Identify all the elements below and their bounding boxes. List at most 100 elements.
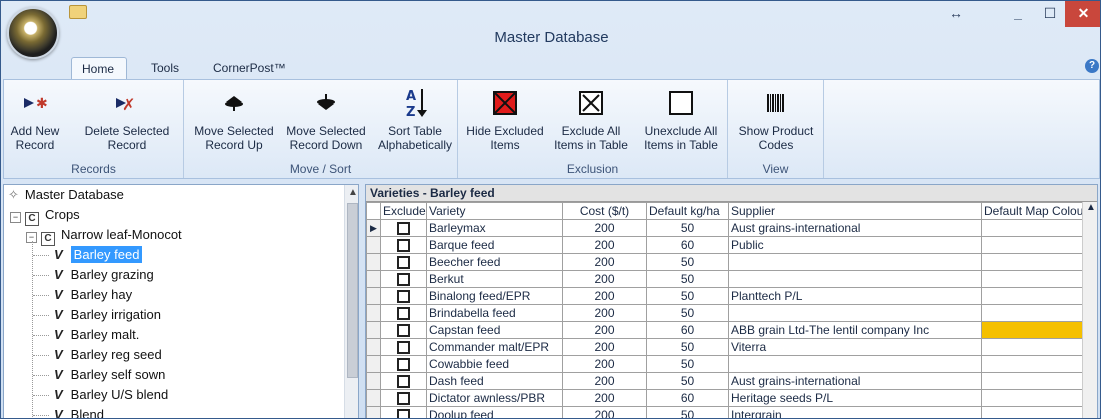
grid-scrollbar[interactable]: ▲ bbox=[1082, 202, 1097, 418]
map-colour-cell[interactable] bbox=[981, 406, 1087, 418]
tree-item[interactable]: V Barley malt. bbox=[54, 325, 139, 345]
cost-cell[interactable]: 200 bbox=[562, 355, 647, 373]
row-indicator[interactable] bbox=[366, 389, 381, 407]
exclude-checkbox[interactable] bbox=[397, 409, 410, 418]
sort-alphabetically-button[interactable]: A Z Sort Table Alphabetically bbox=[374, 86, 456, 152]
cost-cell[interactable]: 200 bbox=[562, 219, 647, 237]
supplier-cell[interactable]: Viterra bbox=[728, 338, 982, 356]
exclude-all-items-button[interactable]: Exclude All Items in Table bbox=[546, 86, 636, 152]
open-folder-icon[interactable] bbox=[69, 5, 87, 19]
move-record-down-button[interactable]: Move Selected Record Down bbox=[280, 86, 372, 152]
tree-node-crops[interactable]: − C Crops bbox=[10, 205, 80, 226]
supplier-cell[interactable]: Public bbox=[728, 236, 982, 254]
delete-selected-record-button[interactable]: ✗ Delete Selected Record bbox=[74, 86, 180, 152]
exclude-checkbox[interactable] bbox=[397, 239, 410, 253]
table-row[interactable]: Binalong feed/EPR 200 50 Planttech P/L bbox=[366, 287, 1087, 305]
application-orb-button[interactable] bbox=[7, 7, 59, 59]
map-colour-cell[interactable] bbox=[981, 236, 1087, 254]
tab-tools[interactable]: Tools bbox=[141, 57, 191, 80]
row-indicator[interactable] bbox=[366, 372, 381, 390]
default-kg-cell[interactable]: 60 bbox=[646, 389, 729, 407]
map-colour-cell[interactable] bbox=[981, 253, 1087, 271]
exclude-checkbox[interactable] bbox=[397, 307, 410, 321]
table-row[interactable]: Brindabella feed 200 50 bbox=[366, 304, 1087, 322]
tree-item[interactable]: V Barley self sown bbox=[54, 365, 165, 385]
variety-cell[interactable]: Barleymax bbox=[426, 219, 563, 237]
exclude-cell[interactable] bbox=[380, 270, 427, 288]
tree-node-narrow-leaf-monocot[interactable]: − C Narrow leaf-Monocot bbox=[26, 225, 182, 246]
tab-home[interactable]: Home bbox=[71, 57, 127, 80]
cost-cell[interactable]: 200 bbox=[562, 372, 647, 390]
supplier-cell[interactable]: Aust grains-international bbox=[728, 219, 982, 237]
column-header-supplier[interactable]: Supplier bbox=[728, 202, 982, 220]
column-header-cost[interactable]: Cost ($/t) bbox=[562, 202, 647, 220]
move-record-up-button[interactable]: Move Selected Record Up bbox=[188, 86, 280, 152]
supplier-cell[interactable]: Planttech P/L bbox=[728, 287, 982, 305]
table-row[interactable]: Dictator awnless/PBR 200 60 Heritage seeds … bbox=[366, 389, 1087, 407]
map-colour-cell[interactable] bbox=[981, 304, 1087, 322]
exclude-checkbox[interactable] bbox=[397, 375, 410, 389]
exclude-checkbox[interactable] bbox=[397, 256, 410, 270]
row-indicator[interactable] bbox=[366, 338, 381, 356]
row-indicator[interactable] bbox=[366, 406, 381, 418]
variety-cell[interactable]: Dash feed bbox=[426, 372, 563, 390]
default-kg-cell[interactable]: 50 bbox=[646, 372, 729, 390]
tree-scrollbar[interactable]: ▲ bbox=[344, 185, 358, 418]
default-kg-cell[interactable]: 50 bbox=[646, 406, 729, 418]
variety-cell[interactable]: Binalong feed/EPR bbox=[426, 287, 563, 305]
cost-cell[interactable]: 200 bbox=[562, 338, 647, 356]
map-colour-cell[interactable] bbox=[981, 372, 1087, 390]
column-header-variety[interactable]: Variety bbox=[426, 202, 563, 220]
map-colour-cell[interactable] bbox=[981, 321, 1087, 339]
exclude-cell[interactable] bbox=[380, 372, 427, 390]
exclude-cell[interactable] bbox=[380, 304, 427, 322]
maximize-button[interactable]: ☐ bbox=[1035, 1, 1065, 27]
row-indicator[interactable] bbox=[366, 253, 381, 271]
cost-cell[interactable]: 200 bbox=[562, 287, 647, 305]
supplier-cell[interactable] bbox=[728, 355, 982, 373]
exclude-cell[interactable] bbox=[380, 219, 427, 237]
tree-item[interactable]: V Barley reg seed bbox=[54, 345, 162, 365]
supplier-cell[interactable]: Heritage seeds P/L bbox=[728, 389, 982, 407]
exclude-cell[interactable] bbox=[380, 236, 427, 254]
map-colour-cell[interactable] bbox=[981, 270, 1087, 288]
map-colour-cell[interactable] bbox=[981, 355, 1087, 373]
default-kg-cell[interactable]: 50 bbox=[646, 304, 729, 322]
exclude-checkbox[interactable] bbox=[397, 341, 410, 355]
exclude-cell[interactable] bbox=[380, 355, 427, 373]
exclude-cell[interactable] bbox=[380, 338, 427, 356]
tree-item[interactable]: V Blend bbox=[54, 405, 104, 418]
table-row[interactable]: Dash feed 200 50 Aust grains-international bbox=[366, 372, 1087, 390]
exclude-cell[interactable] bbox=[380, 287, 427, 305]
tree-item[interactable]: V Barley U/S blend bbox=[54, 385, 168, 405]
table-row[interactable]: Barque feed 200 60 Public bbox=[366, 236, 1087, 254]
scroll-up-icon[interactable]: ▲ bbox=[348, 187, 358, 198]
supplier-cell[interactable]: Aust grains-international bbox=[728, 372, 982, 390]
variety-cell[interactable]: Doolup feed bbox=[426, 406, 563, 418]
row-indicator[interactable] bbox=[366, 270, 381, 288]
row-indicator[interactable] bbox=[366, 304, 381, 322]
map-colour-cell[interactable] bbox=[981, 287, 1087, 305]
supplier-cell[interactable] bbox=[728, 253, 982, 271]
supplier-cell[interactable]: Intergrain bbox=[728, 406, 982, 418]
default-kg-cell[interactable]: 60 bbox=[646, 321, 729, 339]
tree-root[interactable]: ✧ Master Database bbox=[8, 185, 124, 205]
add-new-record-button[interactable]: ✱ Add New Record bbox=[6, 86, 64, 152]
variety-cell[interactable]: Cowabbie feed bbox=[426, 355, 563, 373]
default-kg-cell[interactable]: 50 bbox=[646, 253, 729, 271]
collapse-icon[interactable]: − bbox=[10, 212, 21, 223]
cost-cell[interactable]: 200 bbox=[562, 389, 647, 407]
table-row[interactable]: Cowabbie feed 200 50 bbox=[366, 355, 1087, 373]
cost-cell[interactable]: 200 bbox=[562, 236, 647, 254]
cost-cell[interactable]: 200 bbox=[562, 321, 647, 339]
table-row[interactable]: ▶ Barleymax 200 50 Aust grains-international bbox=[366, 219, 1087, 237]
column-header-default-map-colour[interactable]: Default Map Colou bbox=[981, 202, 1087, 220]
help-icon[interactable]: ? bbox=[1085, 59, 1099, 73]
map-colour-cell[interactable] bbox=[981, 389, 1087, 407]
show-product-codes-button[interactable]: Show Product Codes bbox=[732, 86, 820, 152]
scroll-thumb[interactable] bbox=[347, 203, 358, 378]
default-kg-cell[interactable]: 60 bbox=[646, 236, 729, 254]
row-indicator[interactable] bbox=[366, 355, 381, 373]
table-row[interactable]: Capstan feed 200 60 ABB grain Ltd-The lenti… bbox=[366, 321, 1087, 339]
exclude-checkbox[interactable] bbox=[397, 222, 410, 236]
